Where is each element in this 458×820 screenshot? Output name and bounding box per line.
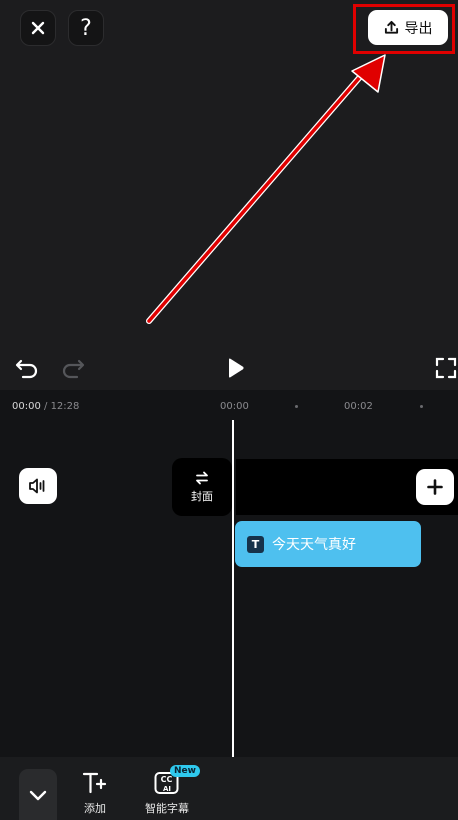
redo-button[interactable] (60, 355, 86, 381)
help-icon: ? (80, 15, 92, 41)
bottom-toolbar: 添加 CC AI New 智能字幕 (0, 757, 458, 820)
plus-icon (427, 479, 443, 495)
close-button[interactable] (20, 10, 56, 46)
cover-button[interactable]: 封面 (172, 458, 232, 516)
speaker-icon (29, 478, 45, 494)
timecode: 00:00 / 12:28 (12, 401, 79, 412)
add-text-tool[interactable]: 添加 (82, 771, 108, 816)
ruler-tick (295, 405, 298, 408)
current-time: 00:00 (12, 401, 41, 412)
play-icon (229, 358, 244, 378)
chevron-down-icon (29, 790, 47, 800)
playhead[interactable] (232, 420, 234, 757)
ruler-label: 00:02 (344, 401, 373, 412)
text-icon: T (247, 535, 264, 553)
text-clip-label: 今天天气真好 (272, 537, 356, 553)
undo-button[interactable] (14, 355, 40, 381)
fullscreen-icon (435, 357, 457, 379)
text-clip[interactable]: T 今天天气真好 (235, 521, 421, 567)
playback-controls (0, 345, 458, 390)
cover-label: 封面 (191, 489, 213, 503)
close-icon (31, 21, 45, 35)
export-highlight-box (353, 4, 455, 54)
tool-label: 智能字幕 (145, 802, 189, 815)
play-button[interactable] (222, 355, 248, 381)
help-button[interactable]: ? (68, 10, 104, 46)
new-badge: New (170, 765, 200, 777)
text-add-icon (82, 772, 107, 794)
ai-text: AI (163, 785, 171, 793)
cc-text: CC (161, 775, 173, 784)
ruler-label: 00:00 (220, 401, 249, 412)
auto-captions-tool[interactable]: CC AI New 智能字幕 (145, 765, 200, 816)
swap-icon (196, 471, 208, 484)
undo-icon (15, 359, 38, 379)
cc-ai-icon: CC AI New (154, 765, 200, 795)
mute-audio-button[interactable] (19, 468, 57, 504)
video-preview: ? 导出 (0, 0, 458, 390)
redo-icon (62, 359, 85, 379)
time-separator: / (40, 401, 51, 412)
collapse-button[interactable] (19, 769, 57, 820)
fullscreen-button[interactable] (433, 355, 458, 381)
add-clip-button[interactable] (416, 469, 454, 505)
timeline-panel: 00:00 / 12:28 00:00 00:02 封面 T 今天天气真好 (0, 390, 458, 757)
total-time: 12:28 (50, 401, 80, 412)
ruler-tick (420, 405, 423, 408)
tool-label: 添加 (84, 802, 106, 815)
